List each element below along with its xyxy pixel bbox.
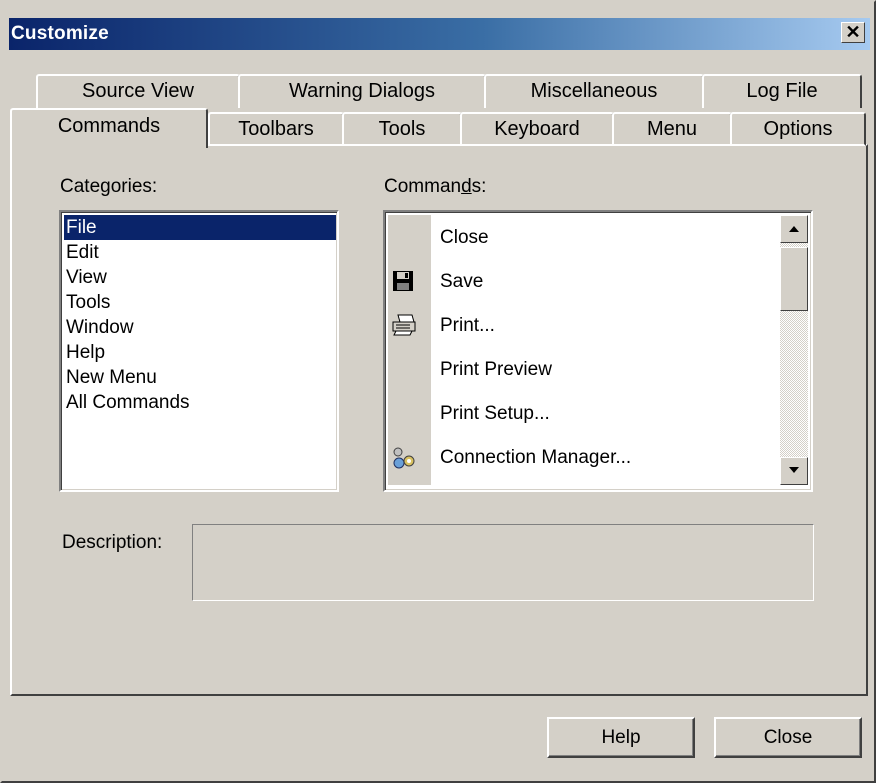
command-label: Close [440,227,489,248]
tab-tools[interactable]: Tools [342,112,462,146]
tab-warning-dialogs[interactable]: Warning Dialogs [238,74,486,108]
list-item-window[interactable]: Window [64,315,336,340]
tab-keyboard[interactable]: Keyboard [460,112,614,146]
tab-label: Keyboard [494,118,580,140]
window-title: Customize [11,23,109,44]
command-item-close[interactable]: Close [388,218,778,258]
command-label: Print Preview [440,359,552,380]
connection-manager-icon [392,446,416,470]
printer-icon [392,314,416,338]
tab-label: Miscellaneous [530,80,658,102]
command-item-print-preview[interactable]: Print Preview [388,350,778,390]
commands-label: Commands: [384,176,487,197]
command-label: Print... [440,315,495,336]
close-window-button[interactable]: ✕ [841,22,865,43]
tab-label: Toolbars [238,118,314,140]
commands-scrollbar[interactable] [780,215,808,485]
command-label: Print Setup... [440,403,550,424]
command-item-save[interactable]: Save [388,262,778,302]
tab-label: Log File [746,80,818,102]
tab-menu[interactable]: Menu [612,112,732,146]
tab-label: Tools [378,118,426,140]
command-label: Connection Manager... [440,447,632,468]
list-item-tools[interactable]: Tools [64,290,336,315]
tab-label: Commands [57,115,161,137]
title-bar: Customize ✕ [9,18,870,50]
list-item-new-menu[interactable]: New Menu [64,365,336,390]
tab-options[interactable]: Options [730,112,866,146]
tab-label: Options [763,118,833,140]
list-item-view[interactable]: View [64,265,336,290]
description-box [192,524,814,601]
tab-log-file[interactable]: Log File [702,74,862,108]
tab-source-view[interactable]: Source View [36,74,240,108]
categories-list[interactable]: File Edit View Tools Window Help New Men… [59,210,339,492]
command-label: Save [440,271,484,292]
close-button[interactable]: Close [714,717,862,758]
tab-label: Menu [646,118,698,140]
list-item-all-commands[interactable]: All Commands [64,390,336,415]
description-label: Description: [62,532,163,553]
tab-toolbars[interactable]: Toolbars [208,112,344,146]
tab-label: Warning Dialogs [289,80,435,102]
list-item-file[interactable]: File [64,215,336,240]
commands-list[interactable]: Close Save Print... Print Preview Print … [383,210,813,492]
categories-label: Categories: [60,176,158,197]
help-button[interactable]: Help [547,717,695,758]
list-item-edit[interactable]: Edit [64,240,336,265]
scroll-thumb[interactable] [780,247,808,311]
tab-miscellaneous[interactable]: Miscellaneous [484,74,704,108]
tab-label: Source View [82,80,194,102]
command-item-print-setup[interactable]: Print Setup... [388,394,778,434]
command-item-print[interactable]: Print... [388,306,778,346]
floppy-disk-icon [392,270,416,294]
customize-dialog: Customize ✕ Source View Warning Dialogs … [0,0,876,783]
close-icon: ✕ [845,22,861,42]
tab-commands[interactable]: Commands [10,108,208,148]
scroll-down-button[interactable] [780,457,808,485]
scroll-up-button[interactable] [780,215,808,243]
arrow-up-icon [789,226,799,232]
command-item-connection-manager[interactable]: Connection Manager... [388,438,778,478]
list-item-help[interactable]: Help [64,340,336,365]
arrow-down-icon [789,467,799,473]
